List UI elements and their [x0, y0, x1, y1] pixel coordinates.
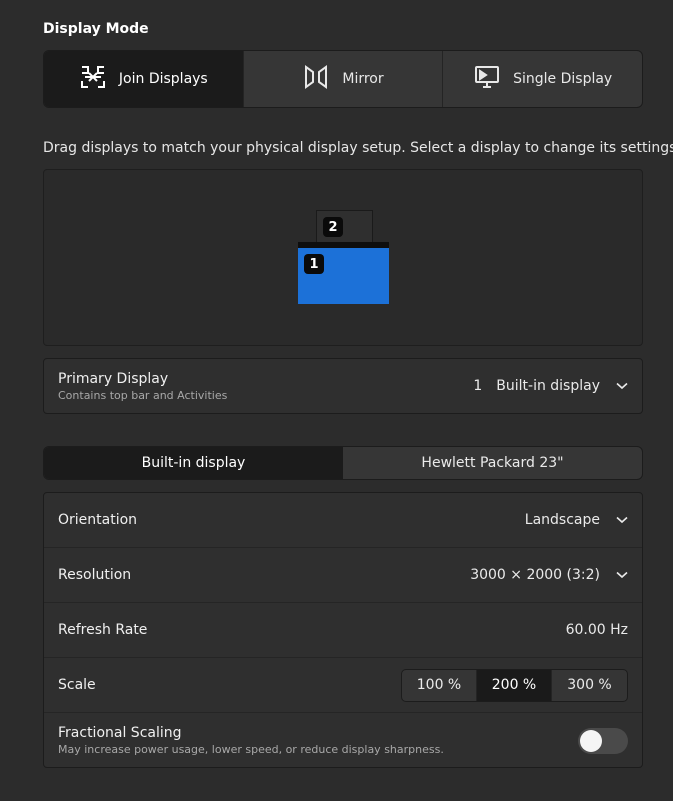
primary-display-number: 1	[473, 378, 483, 394]
orientation-label: Orientation	[58, 512, 138, 528]
resolution-value: 3000 × 2000 (3:2)	[470, 567, 600, 583]
resolution-dropdown[interactable]: 3000 × 2000 (3:2)	[470, 567, 628, 583]
primary-display-row[interactable]: Primary Display Contains top bar and Act…	[43, 358, 643, 414]
monitor-1-number: 1	[304, 254, 324, 274]
fractional-scaling-subtitle: May increase power usage, lower speed, o…	[58, 743, 444, 756]
toggle-knob	[580, 729, 602, 752]
refresh-rate-label: Refresh Rate	[58, 622, 148, 638]
join-displays-icon	[79, 64, 107, 94]
fractional-scaling-row: Fractional Scaling May increase power us…	[44, 713, 642, 768]
scale-row: Scale 100 % 200 % 300 %	[44, 658, 642, 713]
single-display-label: Single Display	[513, 71, 613, 87]
monitor-2-number: 2	[323, 217, 343, 237]
orientation-row[interactable]: Orientation Landscape	[44, 493, 642, 548]
display-mode-heading: Display Mode	[43, 21, 149, 37]
join-displays-label: Join Displays	[118, 71, 208, 87]
arrangement-hint: Drag displays to match your physical dis…	[43, 140, 673, 156]
tab-hewlett-packard[interactable]: Hewlett Packard 23"	[343, 447, 642, 479]
orientation-dropdown[interactable]: Landscape	[525, 512, 628, 528]
display-tabs: Built-in display Hewlett Packard 23"	[43, 446, 643, 480]
display-mode-selector: Join Displays Mirror Single Display	[43, 50, 643, 108]
primary-display-title: Primary Display	[58, 370, 169, 387]
refresh-rate-value: 60.00 Hz	[565, 622, 628, 638]
fractional-scaling-label: Fractional Scaling	[58, 725, 182, 741]
scale-selector: 100 % 200 % 300 %	[401, 668, 628, 702]
primary-display-dropdown[interactable]: 1 Built-in display	[473, 378, 628, 394]
chevron-down-icon	[616, 516, 628, 524]
resolution-label: Resolution	[58, 567, 132, 583]
scale-100-button[interactable]: 100 %	[402, 669, 477, 701]
scale-label: Scale	[58, 677, 96, 693]
fractional-scaling-toggle[interactable]	[578, 727, 628, 754]
join-displays-button[interactable]: Join Displays	[44, 51, 244, 107]
chevron-down-icon	[616, 382, 628, 390]
scale-300-button[interactable]: 300 %	[552, 670, 627, 701]
monitor-2[interactable]: 2	[316, 210, 373, 243]
mirror-label: Mirror	[342, 71, 384, 87]
display-settings-panel: Orientation Landscape Resolution 3000 × …	[43, 492, 643, 768]
mirror-icon	[302, 64, 330, 94]
resolution-row[interactable]: Resolution 3000 × 2000 (3:2)	[44, 548, 642, 603]
single-display-icon	[473, 64, 501, 94]
monitor-1[interactable]: 1	[298, 242, 389, 304]
primary-display-value: Built-in display	[496, 378, 600, 394]
orientation-value: Landscape	[524, 512, 600, 528]
mirror-button[interactable]: Mirror	[244, 51, 444, 107]
primary-display-subtitle: Contains top bar and Activities	[58, 388, 228, 402]
chevron-down-icon	[616, 571, 628, 579]
tab-built-in-display[interactable]: Built-in display	[44, 447, 343, 479]
scale-200-button[interactable]: 200 %	[477, 669, 552, 701]
display-arrangement-area: 2 1	[43, 169, 643, 346]
single-display-button[interactable]: Single Display	[443, 51, 642, 107]
refresh-rate-row: Refresh Rate 60.00 Hz	[44, 603, 642, 658]
